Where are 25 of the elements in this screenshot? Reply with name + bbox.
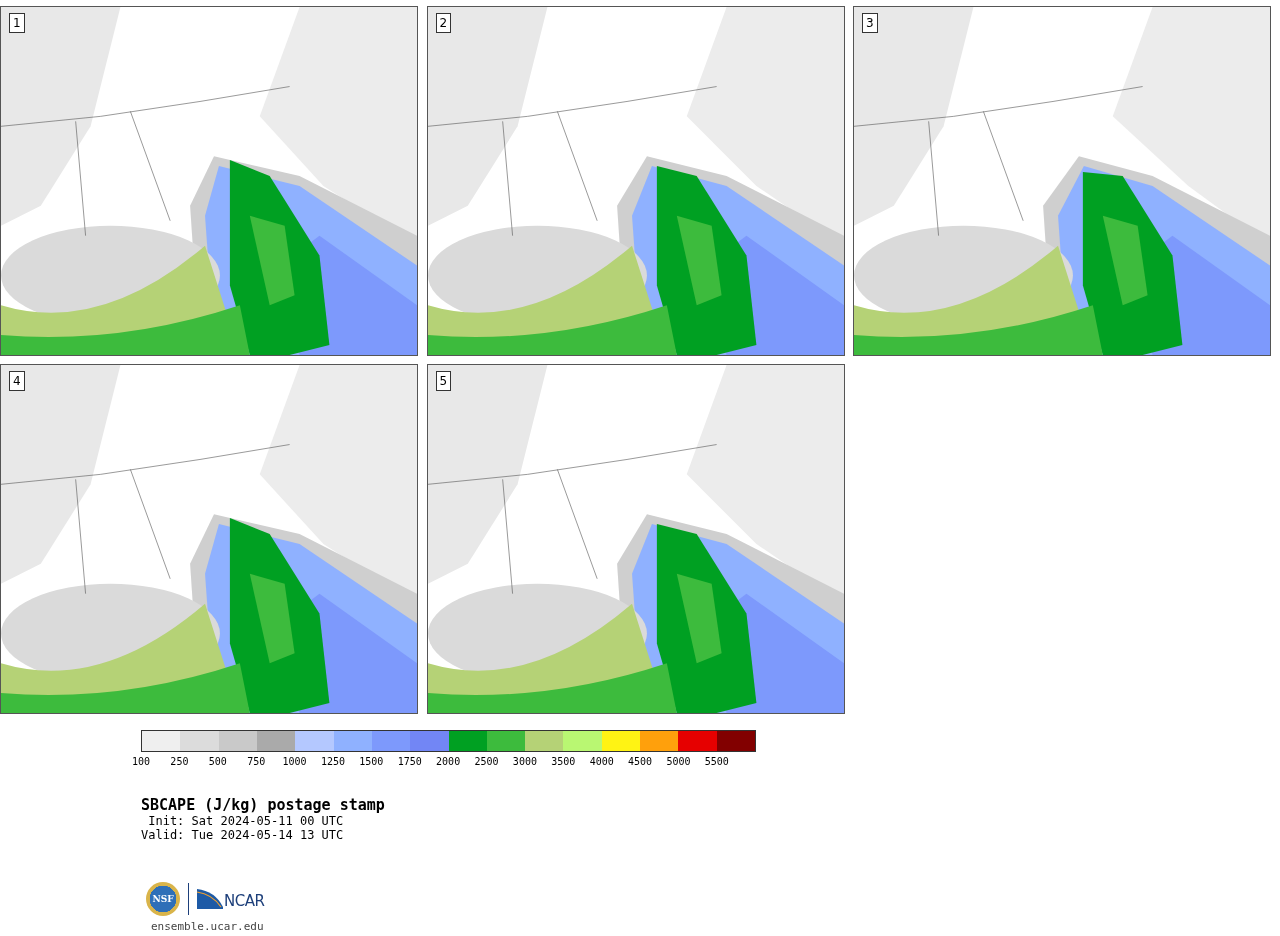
- website-url: ensemble.ucar.edu: [151, 920, 265, 933]
- scale-tick-label: 5000: [665, 755, 692, 769]
- scale-tick-label: 1250: [319, 755, 346, 769]
- ncar-logo: NCAR: [197, 889, 265, 909]
- scale-tick-label: 250: [169, 755, 190, 769]
- scale-tick-label: 1000: [281, 755, 308, 769]
- init-time: Init: Sat 2024-05-11 00 UTC: [147, 814, 345, 828]
- scale-tick-label: 100: [130, 755, 152, 769]
- chart-title: SBCAPE (J/kg) postage stamp: [141, 797, 386, 814]
- scale-tick-label: 5500: [703, 755, 730, 769]
- panel-number: 4: [9, 371, 25, 391]
- scale-tick-label: 4000: [588, 755, 615, 769]
- scale-tick-label: 1750: [396, 755, 423, 769]
- scale-tick-label: 4500: [627, 755, 654, 769]
- panel-number: 3: [862, 13, 878, 33]
- scale-tick-label: 500: [207, 755, 228, 769]
- valid-time: Valid: Tue 2024-05-14 13 UTC: [141, 828, 345, 842]
- nsf-logo: NSF: [146, 882, 180, 916]
- scale-tick-label: 2500: [473, 755, 500, 769]
- scale-tick-label: 3500: [550, 755, 577, 769]
- panel-number: 1: [9, 13, 25, 33]
- scale-tick-label: 750: [246, 755, 267, 769]
- scale-tick-label: 1500: [358, 755, 385, 769]
- scale-tick-label: 2000: [435, 755, 462, 769]
- scale-tick-label: 3000: [511, 755, 538, 769]
